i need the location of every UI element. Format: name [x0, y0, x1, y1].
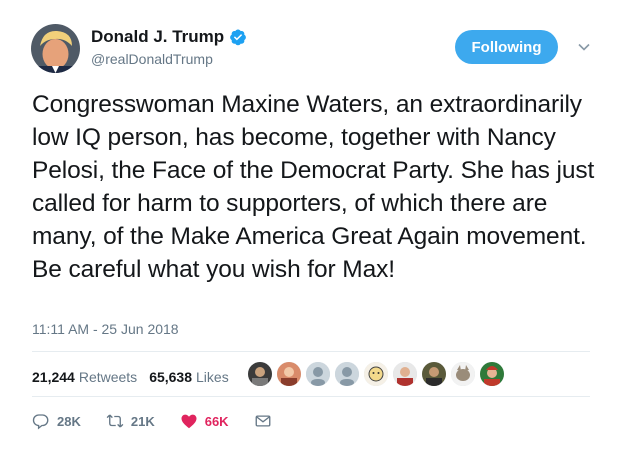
tweet-actions: 28K 21K 66K: [32, 412, 304, 430]
reply-button[interactable]: 28K: [32, 412, 81, 430]
liker-avatar[interactable]: [451, 362, 475, 386]
likes-label: Likes: [196, 369, 229, 385]
retweets-stat[interactable]: 21,244 Retweets: [32, 369, 137, 385]
display-name[interactable]: Donald J. Trump: [91, 27, 224, 47]
tweet-timestamp[interactable]: 11:11 AM - 25 Jun 2018: [32, 321, 179, 337]
retweet-icon: [106, 414, 124, 428]
liker-avatar[interactable]: [277, 362, 301, 386]
liker-avatar[interactable]: [306, 362, 330, 386]
reply-count: 28K: [57, 413, 81, 429]
envelope-icon: [255, 415, 271, 427]
verified-badge-icon: [230, 29, 247, 46]
liker-avatar[interactable]: [335, 362, 359, 386]
liker-avatars: [248, 362, 509, 386]
liker-avatar[interactable]: [422, 362, 446, 386]
retweets-count: 21,244: [32, 369, 75, 385]
chevron-down-icon[interactable]: [577, 40, 591, 54]
retweet-count: 21K: [130, 413, 155, 429]
avatar[interactable]: [31, 24, 80, 73]
user-handle[interactable]: @realDonaldTrump: [91, 51, 213, 67]
likes-count: 65,638: [149, 369, 193, 385]
divider: [32, 351, 590, 352]
like-button[interactable]: 66K: [180, 412, 229, 430]
divider: [32, 396, 590, 397]
retweet-button[interactable]: 21K: [106, 412, 155, 430]
heart-icon: [181, 414, 197, 429]
direct-message-button[interactable]: [254, 412, 279, 430]
tweet-text: Congresswoman Maxine Waters, an extraord…: [32, 91, 595, 283]
engagement-stats: 21,244 Retweets 65,638 Likes: [32, 369, 229, 385]
liker-avatar[interactable]: [248, 362, 272, 386]
retweets-label: Retweets: [78, 369, 138, 385]
like-count: 66K: [204, 413, 229, 429]
liker-avatar[interactable]: [393, 362, 417, 386]
likes-stat[interactable]: 65,638 Likes: [149, 369, 229, 385]
following-button[interactable]: Following: [455, 30, 558, 64]
name-row: Donald J. Trump: [91, 27, 247, 47]
liker-avatar[interactable]: [480, 362, 504, 386]
reply-icon: [32, 414, 49, 430]
tweet-card: Donald J. Trump @realDonaldTrump Followi…: [0, 0, 624, 462]
liker-avatar[interactable]: [364, 362, 388, 386]
